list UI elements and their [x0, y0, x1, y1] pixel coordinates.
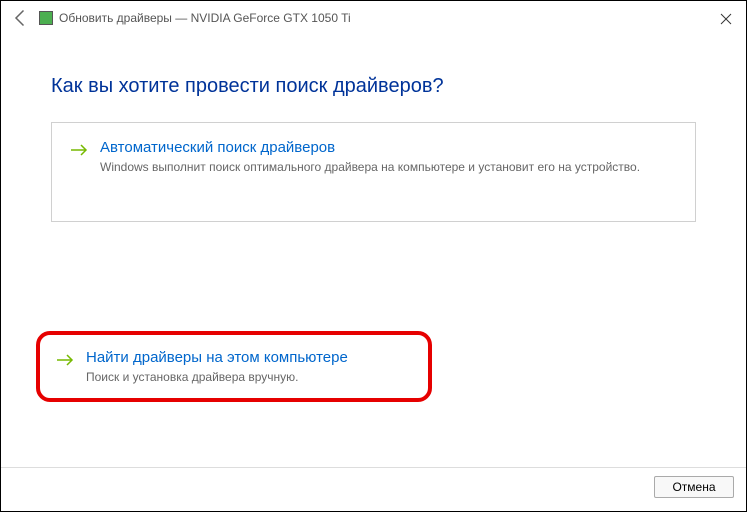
dialog-window: Обновить драйверы — NVIDIA GeForce GTX 1…: [0, 0, 747, 512]
option-auto-desc: Windows выполнит поиск оптимального драй…: [100, 160, 677, 174]
device-icon: [39, 11, 53, 25]
footer: Отмена: [1, 467, 746, 505]
option-manual-desc: Поиск и установка драйвера вручную.: [86, 370, 412, 384]
cancel-button[interactable]: Отмена: [654, 476, 734, 498]
option-manual-title: Найти драйверы на этом компьютере: [86, 349, 412, 366]
content-area: Как вы хотите провести поиск драйверов? …: [1, 35, 746, 222]
option-manual-search[interactable]: Найти драйверы на этом компьютере Поиск …: [48, 343, 420, 390]
option-auto-search[interactable]: Автоматический поиск драйверов Windows в…: [51, 122, 696, 222]
option-text: Автоматический поиск драйверов Windows в…: [100, 139, 677, 174]
arrow-right-icon: [70, 141, 88, 164]
titlebar: Обновить драйверы — NVIDIA GeForce GTX 1…: [1, 1, 746, 35]
option-auto-title: Автоматический поиск драйверов: [100, 139, 677, 156]
close-button[interactable]: [714, 7, 738, 31]
page-heading: Как вы хотите провести поиск драйверов?: [51, 75, 696, 98]
highlight-annotation: Найти драйверы на этом компьютере Поиск …: [36, 331, 432, 402]
back-button[interactable]: [11, 8, 31, 28]
window-title: Обновить драйверы — NVIDIA GeForce GTX 1…: [59, 11, 351, 25]
option-text: Найти драйверы на этом компьютере Поиск …: [86, 349, 412, 384]
arrow-right-icon: [56, 351, 74, 374]
